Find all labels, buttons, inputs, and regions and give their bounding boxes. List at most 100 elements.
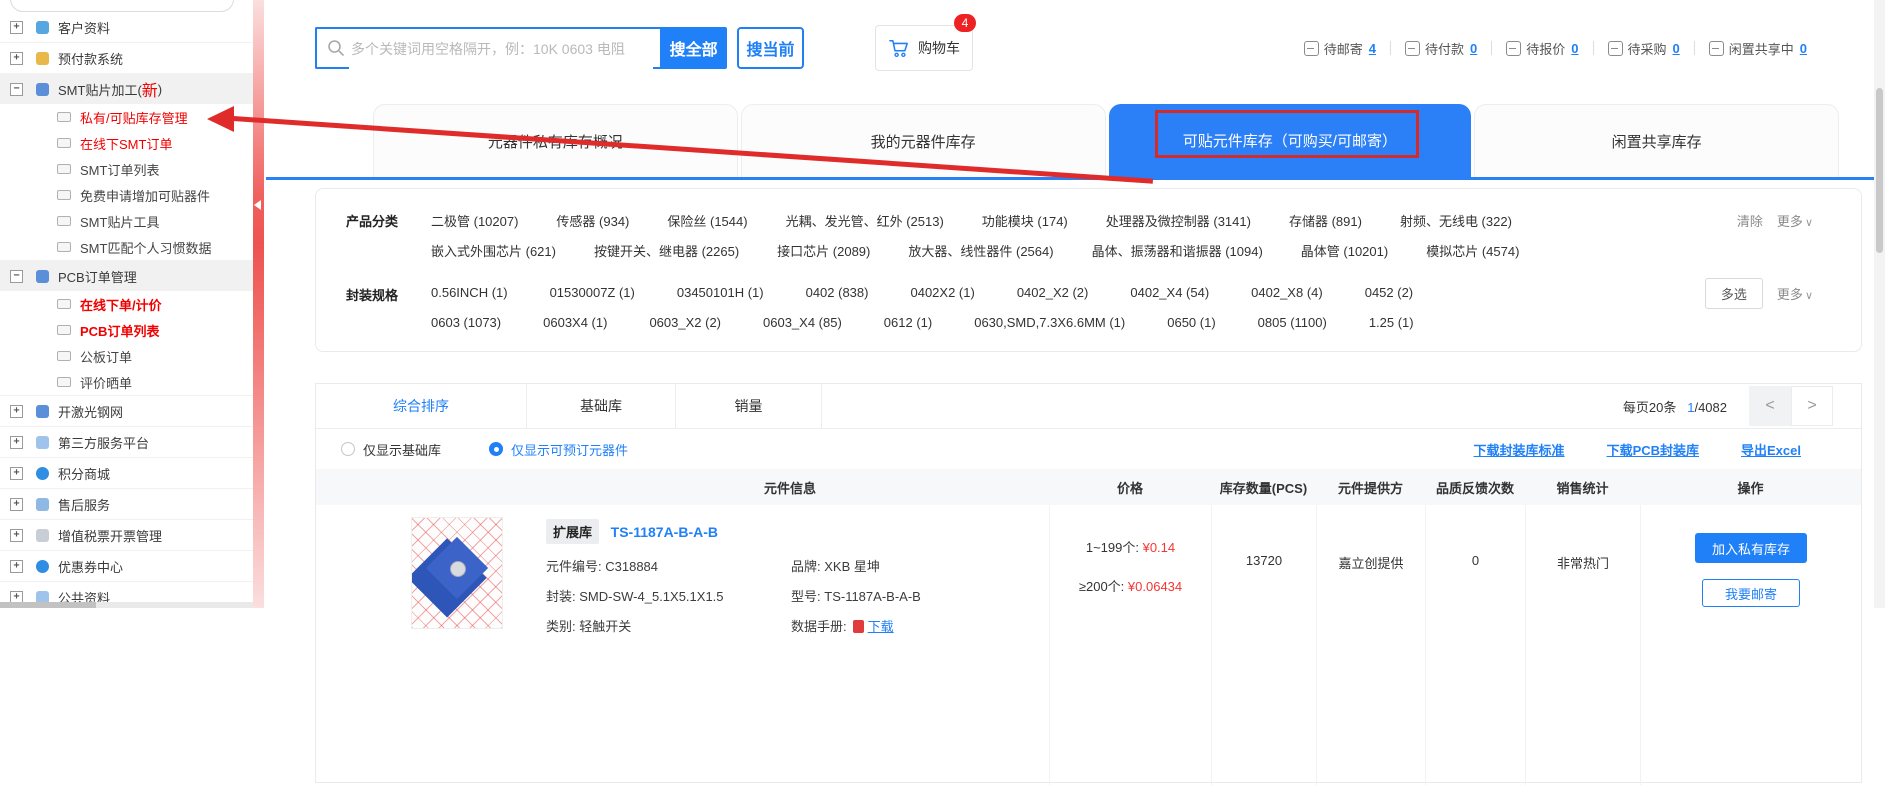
sidebar-item[interactable]: + 客户资料	[0, 12, 253, 42]
counter-value[interactable]: 0	[1800, 41, 1807, 56]
page-vertical-scrollbar[interactable]	[1874, 0, 1885, 608]
expand-node-icon[interactable]: +	[10, 467, 23, 480]
sidebar-item[interactable]: + 预付款系统	[0, 42, 253, 73]
sidebar-horizontal-scrollbar[interactable]	[0, 602, 253, 608]
counter-value[interactable]: 0	[1470, 41, 1477, 56]
category-chip[interactable]: 接口芯片 (2089)	[777, 241, 870, 260]
package-more-button[interactable]: 更多∨	[1777, 284, 1813, 303]
category-chip[interactable]: 模拟芯片 (4574)	[1426, 241, 1519, 260]
export-excel-link[interactable]: 导出Excel	[1741, 440, 1801, 459]
sidebar-item[interactable]: + 积分商城	[0, 457, 253, 488]
multi-select-button[interactable]: 多选	[1705, 278, 1763, 309]
status-counter[interactable]: 待报价 0	[1506, 39, 1578, 58]
sidebar-item[interactable]: + 优惠券中心	[0, 550, 253, 581]
sort-tab-basic-library[interactable]: 基础库	[527, 384, 676, 428]
expand-node-icon[interactable]: +	[10, 405, 23, 418]
package-chip[interactable]: 0402_X8 (4)	[1251, 285, 1323, 300]
sidebar-item[interactable]: + 第三方服务平台	[0, 426, 253, 457]
package-chip[interactable]: 0630,SMD,7.3X6.6MM (1)	[974, 315, 1125, 330]
category-chip[interactable]: 按键开关、继电器 (2265)	[594, 241, 739, 260]
category-chip[interactable]: 二极管 (10207)	[431, 211, 518, 230]
package-chip[interactable]: 0452 (2)	[1365, 285, 1413, 300]
clear-filters-button[interactable]: 清除	[1737, 211, 1763, 230]
category-chip[interactable]: 晶体管 (10201)	[1301, 241, 1388, 260]
sidebar-item[interactable]: 在线下SMT订单	[0, 130, 253, 156]
package-chip[interactable]: 0612 (1)	[884, 315, 932, 330]
package-chip[interactable]: 0805 (1100)	[1258, 315, 1327, 330]
category-chip[interactable]: 光耦、发光管、红外 (2513)	[786, 211, 944, 230]
category-chip[interactable]: 传感器 (934)	[556, 211, 629, 230]
category-chip[interactable]: 晶体、振荡器和谐振器 (1094)	[1092, 241, 1263, 260]
prev-page-button[interactable]: <	[1749, 386, 1791, 426]
expand-node-icon[interactable]: +	[10, 436, 23, 449]
expand-node-icon[interactable]: +	[10, 529, 23, 542]
sidebar-item[interactable]: 公板订单	[0, 343, 253, 369]
status-counter[interactable]: 待采购 0	[1608, 39, 1680, 58]
sidebar-item[interactable]: − PCB订单管理	[0, 260, 253, 291]
package-chip[interactable]: 0603 (1073)	[431, 315, 501, 330]
collapse-node-icon[interactable]: −	[10, 270, 23, 283]
package-chip[interactable]: 03450101H (1)	[677, 285, 764, 300]
sidebar-item[interactable]: − SMT贴片加工( 新 )	[0, 73, 253, 104]
status-counter[interactable]: 待付款 0	[1405, 39, 1477, 58]
sidebar-item[interactable]: 在线下单/计价	[0, 291, 253, 317]
download-footprint-standard-link[interactable]: 下载封装库标准	[1474, 440, 1565, 459]
category-chip[interactable]: 放大器、线性器件 (2564)	[908, 241, 1053, 260]
collapse-node-icon[interactable]: −	[10, 83, 23, 96]
sidebar-item[interactable]: PCB订单列表	[0, 317, 253, 343]
category-chip[interactable]: 嵌入式外围芯片 (621)	[431, 241, 556, 260]
category-chip[interactable]: 存储器 (891)	[1289, 211, 1362, 230]
package-chip[interactable]: 1.25 (1)	[1369, 315, 1414, 330]
sidebar-item[interactable]: SMT订单列表	[0, 156, 253, 182]
add-to-private-stock-button[interactable]: 加入私有库存	[1695, 533, 1807, 563]
status-counter[interactable]: 待邮寄 4	[1304, 39, 1376, 58]
status-counter[interactable]: 闲置共享中 0	[1709, 39, 1807, 58]
sidebar-item[interactable]: + 售后服务	[0, 488, 253, 519]
package-chip[interactable]: 0603_X2 (2)	[649, 315, 721, 330]
request-mail-button[interactable]: 我要邮寄	[1702, 579, 1800, 607]
expand-node-icon[interactable]: +	[10, 21, 23, 34]
radio-only-basic-library[interactable]: 仅显示基础库	[341, 440, 441, 459]
expand-node-icon[interactable]: +	[10, 498, 23, 511]
sidebar-item[interactable]: SMT贴片工具	[0, 208, 253, 234]
package-chip[interactable]: 0402_X2 (2)	[1017, 285, 1089, 300]
sort-tab-comprehensive[interactable]: 综合排序	[316, 384, 527, 428]
sort-tab-sales[interactable]: 销量	[676, 384, 822, 428]
sidebar-item[interactable]: 评价晒单	[0, 369, 253, 395]
sidebar-leaf-icon	[57, 216, 71, 226]
package-chip[interactable]: 0.56INCH (1)	[431, 285, 508, 300]
counter-value[interactable]: 4	[1369, 41, 1376, 56]
package-chip[interactable]: 0402_X4 (54)	[1130, 285, 1209, 300]
sidebar-collapse-handle[interactable]	[253, 0, 264, 608]
category-more-button[interactable]: 更多∨	[1777, 211, 1813, 230]
expand-node-icon[interactable]: +	[10, 52, 23, 65]
search-current-button[interactable]: 搜当前	[737, 27, 804, 69]
counter-value[interactable]: 0	[1571, 41, 1578, 56]
package-chip[interactable]: 0650 (1)	[1167, 315, 1215, 330]
sidebar-item[interactable]: + 增值税票开票管理	[0, 519, 253, 550]
category-chip[interactable]: 处理器及微控制器 (3141)	[1106, 211, 1251, 230]
package-chip[interactable]: 0603X4 (1)	[543, 315, 607, 330]
search-all-button[interactable]: 搜全部	[660, 27, 727, 69]
package-chip[interactable]: 0402 (838)	[806, 285, 869, 300]
package-chip[interactable]: 01530007Z (1)	[550, 285, 635, 300]
radio-only-orderable[interactable]: 仅显示可预订元器件	[489, 440, 628, 459]
sidebar-item[interactable]: + 开激光钢网	[0, 395, 253, 426]
category-chip[interactable]: 射频、无线电 (322)	[1400, 211, 1512, 230]
sidebar-item[interactable]: 免费申请增加可贴器件	[0, 182, 253, 208]
category-chip[interactable]: 功能模块 (174)	[982, 211, 1068, 230]
next-page-button[interactable]: >	[1791, 386, 1833, 426]
cart-button[interactable]: 购物车	[875, 25, 973, 71]
part-number-link[interactable]: TS-1187A-B-A-B	[611, 524, 718, 540]
search-input[interactable]	[349, 29, 653, 69]
package-chip[interactable]: 0603_X4 (85)	[763, 315, 842, 330]
category-chip[interactable]: 保险丝 (1544)	[667, 211, 747, 230]
part-image[interactable]	[411, 517, 503, 629]
expand-node-icon[interactable]: +	[10, 560, 23, 573]
sidebar-item[interactable]: SMT匹配个人习惯数据	[0, 234, 253, 260]
datasheet-download-link[interactable]: 下载	[868, 619, 894, 634]
download-pcb-footprint-link[interactable]: 下载PCB封装库	[1607, 440, 1699, 459]
tab-idle-shared-stock[interactable]: 闲置共享库存	[1474, 104, 1839, 177]
package-chip[interactable]: 0402X2 (1)	[910, 285, 974, 300]
counter-value[interactable]: 0	[1673, 41, 1680, 56]
